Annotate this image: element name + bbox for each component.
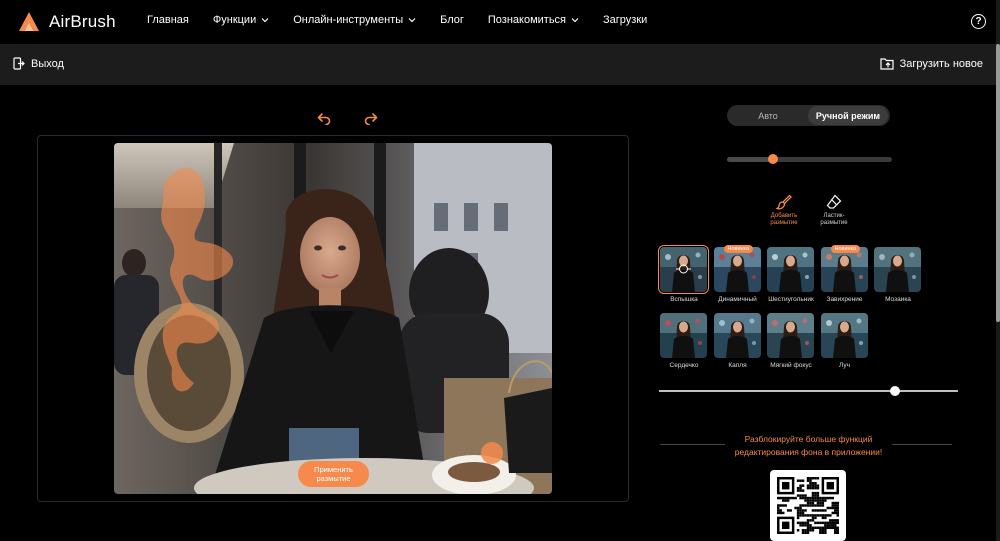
nav-item-label: Функции	[212, 14, 257, 26]
nav-item-label: Онлайн-инструменты	[293, 14, 404, 26]
exit-icon	[13, 57, 25, 70]
effect-label: Мягкий фокус	[770, 362, 812, 369]
effect-preview-image	[767, 313, 814, 358]
mode-auto-option[interactable]: Авто	[727, 105, 809, 126]
effect-preview-image	[874, 247, 921, 292]
upload-new-button[interactable]: Загрузить новое	[879, 57, 983, 70]
effect-thumbnail	[820, 247, 868, 292]
add-blur-label: Добавить размытие	[770, 213, 798, 227]
effect-preview-image	[820, 313, 868, 358]
nav-item-6[interactable]: Загрузки	[603, 14, 647, 26]
divider	[892, 444, 952, 445]
chevron-down-icon	[261, 18, 269, 23]
mode-toggle: Авто Ручной режим	[727, 105, 890, 126]
effect-label: Капля	[728, 362, 747, 369]
effect-preview-image	[660, 313, 707, 358]
effect-thumbnail	[713, 247, 761, 292]
eraser-icon	[826, 194, 842, 209]
brush-size-knob[interactable]	[768, 154, 779, 164]
effect-thumbnail	[658, 245, 709, 294]
effect-label: Шестиугольник	[768, 296, 814, 303]
mode-manual-option[interactable]: Ручной режим	[808, 106, 888, 125]
blur-effect-7[interactable]: Капля	[713, 313, 762, 369]
airbrush-logo[interactable]: AirBrush	[18, 11, 116, 33]
effect-label: Сердечко	[669, 362, 699, 369]
effect-preview-image	[660, 247, 707, 292]
effect-preview-image	[713, 313, 761, 358]
brush-size-slider[interactable]	[727, 154, 892, 164]
effect-label: Завихрение	[826, 296, 863, 303]
exit-label: Выход	[31, 57, 64, 70]
new-badge: Новинка	[723, 245, 754, 253]
blur-effect-8[interactable]: Мягкий фокус	[767, 313, 815, 369]
app-promo-text: Разблокируйте больше функций редактирова…	[734, 434, 883, 458]
brush-size-fill	[727, 157, 774, 162]
erase-blur-tool[interactable]: Ластик-размытие	[814, 193, 854, 227]
app-name: AirBrush	[49, 12, 116, 31]
exit-button[interactable]: Выход	[13, 57, 64, 70]
blur-effect-9[interactable]: Луч	[820, 313, 869, 369]
upload-new-label: Загрузить новое	[899, 57, 983, 70]
redo-icon[interactable]	[364, 111, 378, 125]
nav-item-4[interactable]: Блог	[440, 14, 464, 26]
nav-item-label: Блог	[440, 14, 464, 26]
nav-item-1[interactable]: Главная	[147, 14, 189, 26]
help-icon[interactable]: ?	[971, 14, 986, 29]
nav-item-label: Познакомиться	[487, 14, 567, 26]
effect-label: Мозаика	[885, 296, 911, 303]
nav-item-5[interactable]: Познакомиться	[488, 14, 579, 26]
blur-effect-2[interactable]: Новинка Динамичный	[713, 245, 762, 303]
effect-thumbnail	[767, 313, 814, 358]
effect-preview-image	[713, 247, 761, 292]
qr-code-image	[777, 477, 839, 534]
effect-thumbnail	[713, 313, 761, 358]
blur-effect-5[interactable]: Мозаика	[874, 247, 922, 303]
effect-preview-image	[820, 247, 868, 292]
app-download-qr-code[interactable]	[770, 470, 846, 541]
effect-thumbnail	[874, 247, 921, 292]
editor-toolbar: Выход Загрузить новое	[0, 44, 996, 85]
edited-photo[interactable]	[114, 143, 552, 494]
effect-label: Луч	[839, 362, 850, 369]
airbrush-logo-icon	[19, 12, 39, 31]
blur-effect-4[interactable]: Новинка Завихрение	[820, 245, 869, 303]
nav-item-label: Главная	[147, 14, 189, 26]
nav-item-label: Загрузки	[603, 14, 648, 26]
nav-item-2[interactable]: Функции	[213, 14, 269, 26]
effect-thumbnail	[660, 313, 707, 358]
intensity-knob[interactable]	[890, 386, 901, 396]
folder-upload-icon	[879, 58, 894, 70]
add-blur-tool[interactable]: Добавить размытие	[764, 193, 804, 227]
erase-blur-label: Ластик-размытие	[820, 213, 848, 227]
page-scrollbar[interactable]	[996, 0, 1000, 541]
nav-menu: Главная Функции Онлайн-инструменты Блог Позн…	[147, 14, 647, 26]
top-navigation: AirBrush Главная Функции Онлайн-инструмент…	[0, 0, 1000, 44]
chevron-down-icon	[408, 18, 416, 23]
apply-blur-button[interactable]: Применить размытие	[298, 461, 369, 487]
divider	[660, 444, 725, 445]
brush-icon	[775, 194, 792, 210]
effect-preview-image	[767, 247, 814, 292]
nav-item-3[interactable]: Онлайн-инструменты	[293, 14, 416, 26]
scrollbar-thumb[interactable]	[996, 44, 1000, 322]
blur-effect-6[interactable]: Сердечко	[660, 313, 708, 369]
new-badge: Новинка	[830, 245, 861, 253]
intensity-slider[interactable]	[659, 386, 958, 396]
undo-icon[interactable]	[317, 111, 331, 125]
effect-label: Динамичный	[718, 296, 757, 303]
cafe-portrait-image	[114, 143, 552, 494]
chevron-down-icon	[571, 18, 579, 23]
blur-effect-3[interactable]: Шестиугольник	[767, 247, 815, 303]
effect-thumbnail	[820, 313, 868, 358]
effect-label: Вспышка	[670, 296, 698, 303]
effect-thumbnail	[767, 247, 814, 292]
blur-effect-1[interactable]: Вспышка	[658, 245, 709, 303]
